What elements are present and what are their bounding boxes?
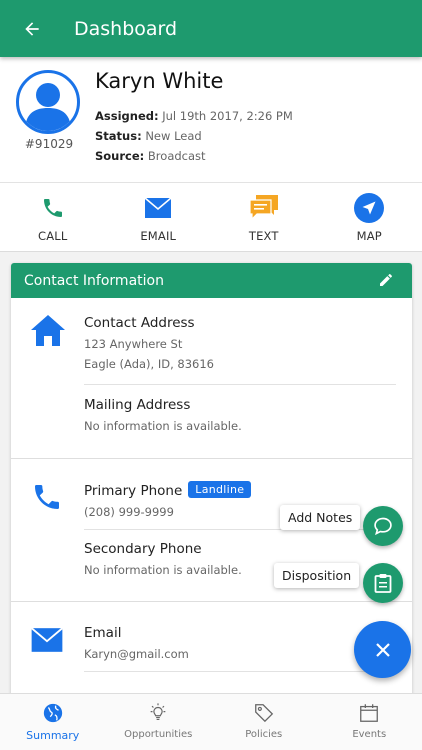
contact-card-title: Contact Information [24,272,164,289]
status-row: Status: New Lead [95,129,202,143]
secondary-phone-title: Secondary Phone [84,541,202,557]
mailing-address-title: Mailing Address [84,397,191,413]
section-separator [11,601,412,602]
mailing-address: Mailing Address No information is availa… [84,397,242,433]
contact-address-line2: Eagle (Ada), ID, 83616 [84,357,214,371]
call-label: CALL [37,229,68,243]
nav-opportunities-label: Opportunities [124,729,193,740]
globe-icon [43,703,62,723]
text-label: TEXT [248,229,279,243]
call-button[interactable]: CALL [0,183,106,251]
assigned-value: Jul 19th 2017, 2:26 PM [162,109,293,123]
status-value: New Lead [145,129,202,143]
app-bar: Dashboard [0,0,422,57]
map-button[interactable]: MAP [317,183,422,251]
chat-icon [249,195,278,221]
source-label: Source: [95,149,145,163]
add-notes-label[interactable]: Add Notes [280,505,361,530]
add-notes-button[interactable] [363,506,403,546]
status-label: Status: [95,129,142,143]
nav-policies-label: Policies [245,729,283,740]
home-icon [30,312,66,352]
text-button[interactable]: TEXT [211,183,317,251]
back-arrow-icon [25,21,39,36]
disposition-button[interactable] [363,563,403,603]
disposition-label[interactable]: Disposition [274,563,360,588]
tag-icon [254,704,273,723]
contact-address: Contact Address 123 Anywhere St Eagle (A… [84,315,214,371]
primary-phone-value: (208) 999-9999 [84,505,174,519]
lead-id: #91029 [24,137,74,151]
phone-icon [43,199,62,217]
email-value: Karyn@gmail.com [84,647,189,661]
map-label: MAP [356,229,382,243]
assigned-row: Assigned: Jul 19th 2017, 2:26 PM [95,109,293,123]
back-button[interactable] [0,0,64,57]
profile-section: #91029 Karyn White Assigned: Jul 19th 20… [0,57,422,182]
close-fab-button[interactable] [354,621,411,678]
nav-summary-label: Summary [26,729,80,742]
email-button[interactable]: EMAIL [106,183,212,251]
calendar-icon [360,704,379,722]
contact-name: Karyn White [95,69,224,93]
nav-events[interactable]: Events [317,694,422,750]
assigned-label: Assigned: [95,109,159,123]
email-icon [144,197,172,218]
navigation-icon [354,193,385,223]
primary-phone-title: Primary Phone Landline [84,481,252,499]
clipboard-icon [374,574,392,593]
contact-address-line1: 123 Anywhere St [84,337,183,351]
lightbulb-icon [150,703,166,721]
secondary-phone-value: No information is available. [84,563,242,577]
close-icon [375,642,390,657]
secondary-phone: Secondary Phone No information is availa… [84,541,242,577]
bottom-navigation: Summary Opportunities Policies Events [0,693,422,750]
chat-bubble-icon [374,517,392,536]
person-icon [25,83,71,131]
contact-address-title: Contact Address [84,315,195,331]
nav-events-label: Events [352,729,387,740]
contact-card-header: Contact Information [11,263,412,298]
page-title: Dashboard [74,17,178,40]
email-label: EMAIL [140,229,177,243]
avatar[interactable] [16,70,80,134]
nav-opportunities[interactable]: Opportunities [106,694,212,750]
nav-summary[interactable]: Summary [0,694,106,750]
source-value: Broadcast [147,149,206,163]
nav-policies[interactable]: Policies [211,694,317,750]
edit-button[interactable] [378,272,394,292]
section-separator [11,458,412,459]
primary-phone[interactable]: Primary Phone Landline (208) 999-9999 [84,481,252,519]
source-row: Source: Broadcast [95,149,206,163]
pencil-icon [380,274,392,286]
mailing-address-value: No information is available. [84,419,242,433]
landline-badge: Landline [188,481,252,498]
email-icon [30,627,64,657]
quick-actions: CALL EMAIL TEXT MAP [0,182,422,252]
email-field[interactable]: Email Karyn@gmail.com [84,625,189,661]
primary-phone-label: Primary Phone [84,483,183,499]
email-title: Email [84,625,122,641]
divider [84,671,396,672]
contact-card: Contact Information Contact Address 123 … [11,263,412,703]
divider [84,384,396,385]
phone-icon [31,481,63,517]
